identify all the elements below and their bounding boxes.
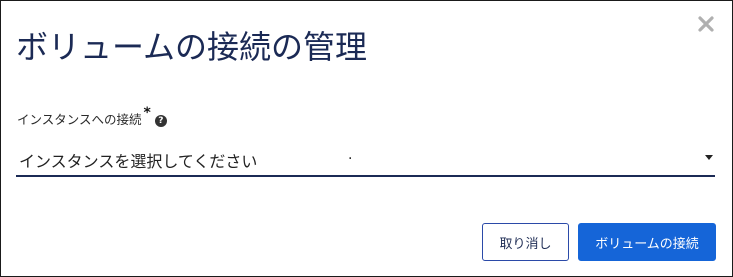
field-label: インスタンスへの接続 <box>17 112 142 127</box>
dialog-title: ボリュームの接続の管理 <box>16 28 368 66</box>
help-icon[interactable]: ? <box>154 115 167 127</box>
attach-volume-button[interactable]: ボリュームの接続 <box>578 223 716 261</box>
close-button[interactable] <box>696 14 716 34</box>
required-mark: * <box>143 105 151 121</box>
instance-select-value: インスタンスを選択してください <box>19 152 258 171</box>
cancel-button[interactable]: 取り消し <box>482 223 569 261</box>
caret-down-icon <box>705 155 713 160</box>
close-icon <box>698 16 714 32</box>
instance-select[interactable]: インスタンスを選択してください . <box>16 143 715 177</box>
field-label-row: インスタンスへの接続 * ? <box>17 105 167 128</box>
manage-volume-attachments-dialog: ボリュームの接続の管理 インスタンスへの接続 * ? インスタンスを選択してくだ… <box>0 0 733 277</box>
instance-select-trailing-mark: . <box>348 147 353 163</box>
